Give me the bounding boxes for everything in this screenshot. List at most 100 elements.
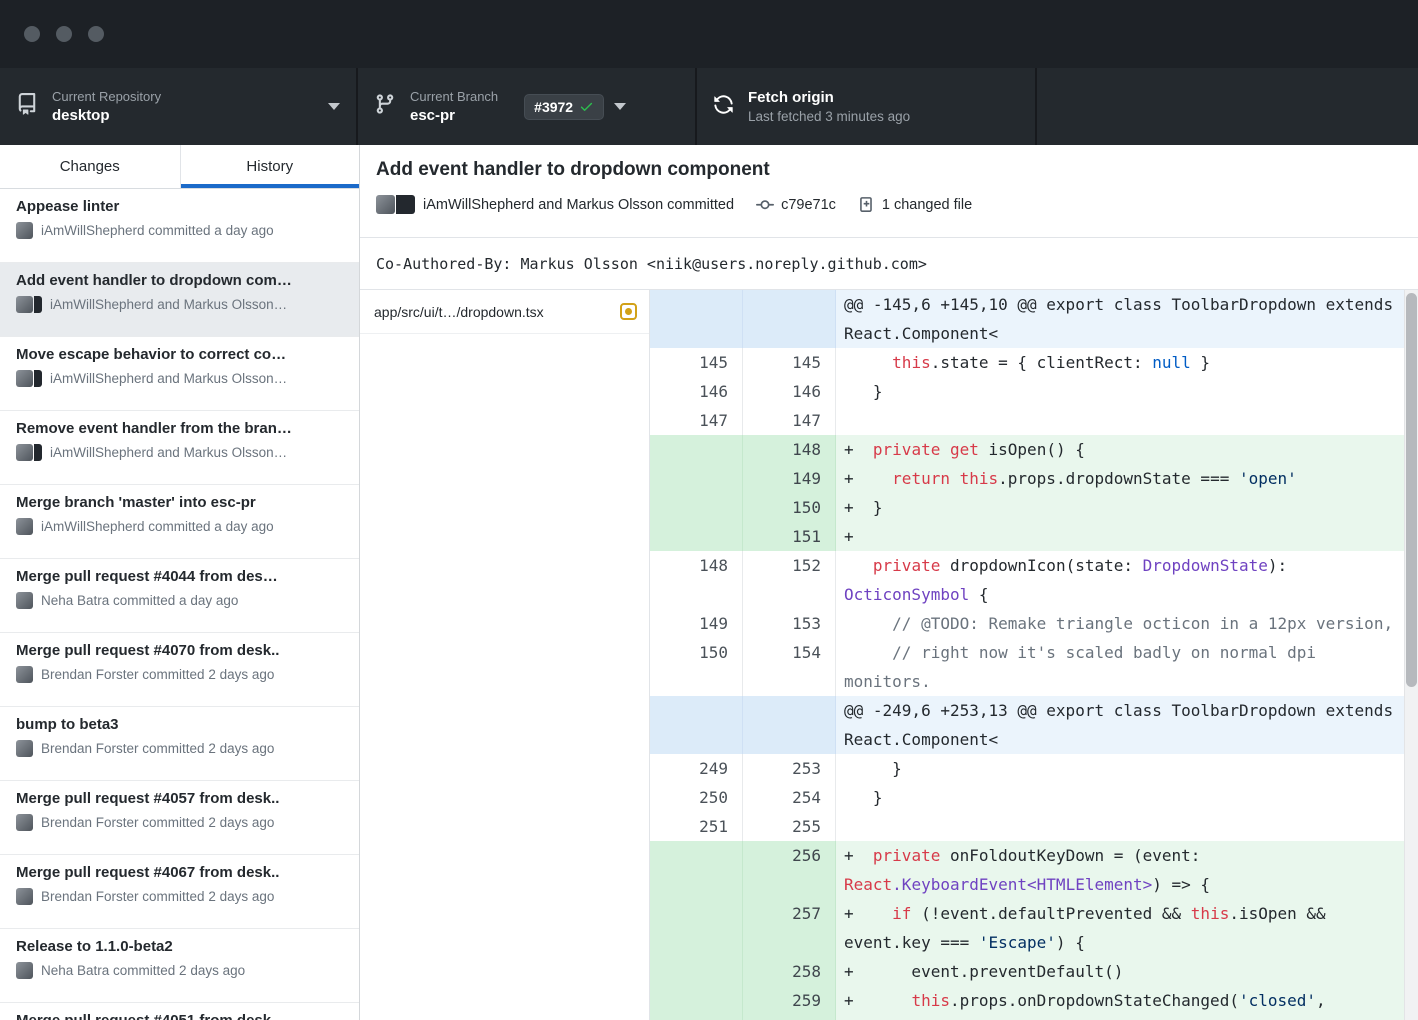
diff-gutter-new: 259 [743, 986, 836, 1020]
avatar [16, 518, 33, 535]
tab-changes[interactable]: Changes [0, 145, 180, 188]
diff-row-ctx: 150154 // right now it's scaled badly on… [650, 638, 1418, 696]
diff-code-line [836, 406, 1418, 435]
commit-list-title: Remove event handler from the bran… [16, 420, 343, 437]
repository-picker[interactable]: Current Repository desktop [0, 68, 358, 145]
diff-gutter-new: 256 [743, 841, 836, 899]
commit-header: Add event handler to dropdown component … [360, 145, 1418, 238]
commit-sha[interactable]: c79e71c [781, 197, 836, 213]
diff-code-line: + [836, 522, 1418, 551]
diff-gutter-old: 148 [650, 551, 743, 609]
commit-list-title: Merge pull request #4051 from desk.. [16, 1012, 343, 1020]
diff-gutter-old [650, 841, 743, 899]
repo-icon [16, 93, 38, 120]
diff-code-line: } [836, 783, 1418, 812]
diff-gutter-new: 154 [743, 638, 836, 696]
fetch-subtitle: Last fetched 3 minutes ago [748, 109, 1019, 124]
history-item[interactable]: Appease linteriAmWillShepherd committed … [0, 189, 359, 263]
titlebar [0, 0, 1418, 68]
branch-picker[interactable]: Current Branch esc-pr #3972 [358, 68, 697, 145]
diff-code-line [836, 812, 1418, 841]
avatar [16, 814, 33, 831]
avatar [16, 592, 33, 609]
diff-row-hunk: @@ -145,6 +145,10 @@ export class Toolba… [650, 290, 1418, 348]
sync-icon [713, 94, 734, 120]
diff-code-line: + return this.props.dropdownState === 'o… [836, 464, 1418, 493]
diff-gutter-old [650, 986, 743, 1020]
commit-list-meta: Brendan Forster committed 2 days ago [16, 814, 343, 831]
diff-gutter-new: 254 [743, 783, 836, 812]
commit-authors: iAmWillShepherd and Markus Olsson commit… [423, 197, 734, 213]
history-item[interactable]: Merge branch 'master' into esc-priAmWill… [0, 485, 359, 559]
diff-gutter-new: 145 [743, 348, 836, 377]
diff-gutter-new: 255 [743, 812, 836, 841]
diff-gutter-old [650, 435, 743, 464]
diff-gutter-new [743, 290, 836, 348]
commit-list-meta: iAmWillShepherd committed a day ago [16, 222, 343, 239]
diff-gutter-new: 258 [743, 957, 836, 986]
commit-list-meta: Neha Batra committed a day ago [16, 592, 343, 609]
history-item[interactable]: Merge pull request #4051 from desk.. [0, 1003, 359, 1020]
diff-gutter-old: 149 [650, 609, 743, 638]
commit-list-title: Release to 1.1.0-beta2 [16, 938, 343, 955]
diff-gutter-old [650, 493, 743, 522]
diff-row-add: 256+ private onFoldoutKeyDown = (event: … [650, 841, 1418, 899]
changed-files-list: app/src/ui/t…/dropdown.tsx [360, 290, 650, 1020]
commit-list-title: Merge branch 'master' into esc-pr [16, 494, 343, 511]
diff-row-ctx: 146146 } [650, 377, 1418, 406]
scrollbar[interactable] [1404, 290, 1418, 1020]
diff-row-add: 150+ } [650, 493, 1418, 522]
history-item[interactable]: Move escape behavior to correct co…iAmWi… [0, 337, 359, 411]
diff-gutter-old [650, 522, 743, 551]
diff-code-line: this.state = { clientRect: null } [836, 348, 1418, 377]
diff-row-add: 151+ [650, 522, 1418, 551]
avatar [16, 962, 33, 979]
changed-files-count: 1 changed file [882, 197, 972, 213]
tab-history[interactable]: History [180, 145, 360, 188]
chevron-down-icon [328, 103, 340, 110]
window-minimize-button[interactable] [56, 26, 72, 42]
diff-code-line: + private onFoldoutKeyDown = (event: Rea… [836, 841, 1418, 899]
diff-code-line: private dropdownIcon(state: DropdownStat… [836, 551, 1418, 609]
history-item[interactable]: Remove event handler from the bran… iAmWi… [0, 411, 359, 485]
history-item[interactable]: Merge pull request #4044 from des…Neha B… [0, 559, 359, 633]
git-branch-icon [374, 93, 396, 120]
history-item[interactable]: Add event handler to dropdown com…iAmWil… [0, 263, 359, 337]
commit-message-body: Co-Authored-By: Markus Olsson <niik@user… [360, 238, 1418, 290]
diff-code-line: // @TODO: Remake triangle octicon in a 1… [836, 609, 1418, 638]
diff-gutter-old: 249 [650, 754, 743, 783]
diff-row-ctx: 148152 private dropdownIcon(state: Dropd… [650, 551, 1418, 609]
history-sidebar: Changes History Appease linteriAmWillShe… [0, 145, 360, 1020]
toolbar-spacer [1037, 68, 1418, 145]
commit-list-title: Add event handler to dropdown com… [16, 272, 343, 289]
commit-list-meta: iAmWillShepherd and Markus Olsson… [16, 370, 343, 387]
avatar [16, 740, 33, 757]
branch-name: esc-pr [410, 107, 498, 124]
sidebar-tabs: Changes History [0, 145, 359, 189]
commit-list-title: Merge pull request #4067 from desk.. [16, 864, 343, 881]
diff-gutter-new: 257 [743, 899, 836, 957]
commit-list-meta: Brendan Forster committed 2 days ago [16, 666, 343, 683]
history-item[interactable]: Merge pull request #4070 from desk..Bren… [0, 633, 359, 707]
changed-file-row[interactable]: app/src/ui/t…/dropdown.tsx [360, 290, 649, 334]
diff-code-line: @@ -145,6 +145,10 @@ export class Toolba… [836, 290, 1418, 348]
avatar [16, 370, 42, 387]
window-close-button[interactable] [24, 26, 40, 42]
commit-list-meta: Brendan Forster committed 2 days ago [16, 740, 343, 757]
diff-gutter-new: 146 [743, 377, 836, 406]
changed-file-icon [858, 196, 875, 213]
diff-gutter-new: 148 [743, 435, 836, 464]
diff-code-line: + } [836, 493, 1418, 522]
commit-list-meta: Neha Batra committed 2 days ago [16, 962, 343, 979]
diff-view: @@ -145,6 +145,10 @@ export class Toolba… [650, 290, 1418, 1020]
scrollbar-thumb[interactable] [1406, 293, 1417, 687]
fetch-origin-button[interactable]: Fetch origin Last fetched 3 minutes ago [697, 68, 1037, 145]
pr-status-badge[interactable]: #3972 [524, 94, 604, 120]
history-item[interactable]: bump to beta3Brendan Forster committed 2… [0, 707, 359, 781]
history-item[interactable]: Merge pull request #4067 from desk..Bren… [0, 855, 359, 929]
repository-label: Current Repository [52, 89, 318, 104]
history-item[interactable]: Release to 1.1.0-beta2 Neha Batra committ… [0, 929, 359, 1003]
window-zoom-button[interactable] [88, 26, 104, 42]
history-item[interactable]: Merge pull request #4057 from desk..Bren… [0, 781, 359, 855]
commit-list-meta: iAmWillShepherd and Markus Olsson… [16, 444, 343, 461]
